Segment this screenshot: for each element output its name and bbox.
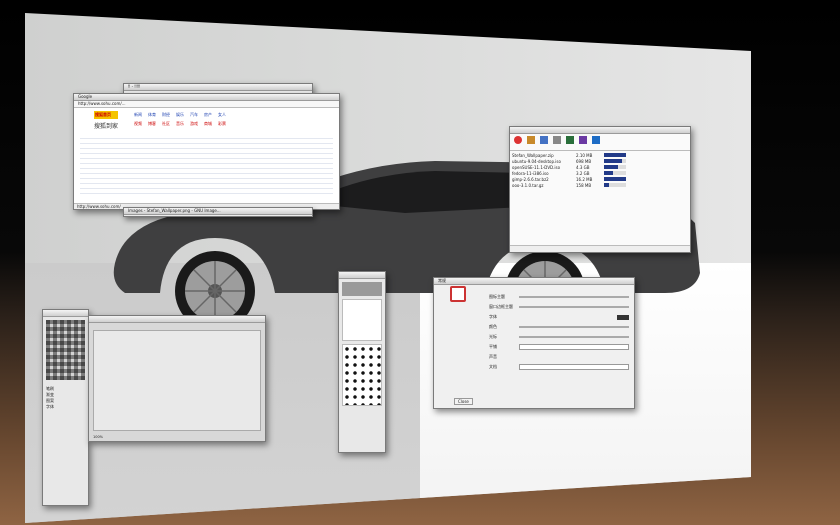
title-bar: ǃǃ - ǃǃǃǃǃ: [124, 84, 312, 91]
progress-bar: [604, 177, 626, 181]
settings-row[interactable]: 文档: [489, 362, 629, 372]
new-task-icon[interactable]: [514, 136, 522, 144]
slider[interactable]: [519, 326, 629, 328]
progress-bar: [604, 171, 626, 175]
title-bar: 常规: [434, 278, 634, 285]
start-icon[interactable]: [527, 136, 535, 144]
progress-bar: [604, 159, 626, 163]
folder-icon[interactable]: [579, 136, 587, 144]
settings-row[interactable]: 窗口边框主题: [489, 302, 629, 312]
desktop-wallpaper: ǃǃ - ǃǃǃǃǃ Google http://www.sohu.com/..…: [25, 13, 751, 523]
settings-row[interactable]: 平铺: [489, 342, 629, 352]
progress-bar: [604, 183, 626, 187]
text-field[interactable]: [519, 344, 629, 350]
slider[interactable]: [519, 296, 629, 298]
news-links-right[interactable]: 视频 博客 社区 音乐 游戏 商城 彩票: [134, 121, 314, 127]
toolbar: [510, 134, 690, 151]
gimp-toolbox[interactable]: 笔刷 渐变 图案 字体: [42, 309, 89, 506]
title-bar: [510, 127, 690, 134]
progress-bar: [604, 165, 626, 169]
gimp-title-window[interactable]: Images - Stefan_Wallpaper.png - GNU Imag…: [123, 207, 313, 217]
settings-row[interactable]: 颜色: [489, 322, 629, 332]
gimp-dock[interactable]: [338, 271, 386, 453]
slider[interactable]: [519, 336, 629, 338]
task-list: Stefan_Wallpaper.zip 2.10 MB ubuntu-9.04…: [510, 151, 690, 191]
pause-icon[interactable]: [540, 136, 548, 144]
browser-window[interactable]: Google http://www.sohu.com/... 搜狐首页 搜狐到家…: [73, 93, 340, 210]
title-bar: Google: [74, 94, 339, 101]
url-text: http://www.sohu.com/...: [78, 101, 126, 106]
progress-bar: [604, 153, 626, 157]
title-bar: Images - Stefan_Wallpaper.png - GNU Imag…: [124, 208, 312, 215]
tab-label[interactable]: Google: [78, 94, 92, 99]
text-field[interactable]: [519, 364, 629, 370]
settings-row[interactable]: 图标主题: [489, 292, 629, 302]
download-client-window[interactable]: Stefan_Wallpaper.zip 2.10 MB ubuntu-9.04…: [509, 126, 691, 253]
slider[interactable]: [519, 306, 629, 308]
status-bar: [510, 245, 690, 252]
settings-row[interactable]: 字体: [489, 312, 629, 322]
preview-icon: [450, 286, 466, 302]
layer-list: [342, 299, 382, 341]
site-logo[interactable]: 搜狐首页: [94, 111, 118, 119]
address-bar[interactable]: http://www.sohu.com/...: [74, 101, 339, 108]
settings-row[interactable]: 声音: [489, 352, 629, 362]
close-button[interactable]: Close: [454, 398, 473, 405]
menu-bar[interactable]: [89, 323, 265, 328]
options-icon[interactable]: [592, 136, 600, 144]
tab-general[interactable]: 常规: [438, 278, 446, 283]
table-row[interactable]: ooo-3.1.0.tar.gz 158 MB: [512, 183, 688, 189]
settings-dialog[interactable]: 常规 图标主题 窗口边框主题 字体 颜色 光标 平铺 声音 文档 Close: [433, 277, 635, 409]
layer-thumbnail[interactable]: [342, 282, 382, 296]
title-bar: [89, 316, 265, 323]
title-bar: [339, 272, 385, 279]
content-lines: [80, 134, 333, 194]
image-canvas[interactable]: [93, 330, 261, 431]
news-links-left[interactable]: 新闻 体育 财经 娱乐 汽车 房产 女人: [134, 112, 314, 118]
title-bar: [43, 310, 88, 317]
open-icon[interactable]: [566, 136, 574, 144]
settings-row[interactable]: 光标: [489, 332, 629, 342]
status-bar: 100%: [93, 435, 104, 439]
gimp-image-window[interactable]: 100%: [88, 315, 266, 442]
color-swatch[interactable]: [617, 314, 629, 320]
tool-grid: [46, 320, 85, 380]
brush-grid[interactable]: [342, 344, 382, 406]
delete-icon[interactable]: [553, 136, 561, 144]
